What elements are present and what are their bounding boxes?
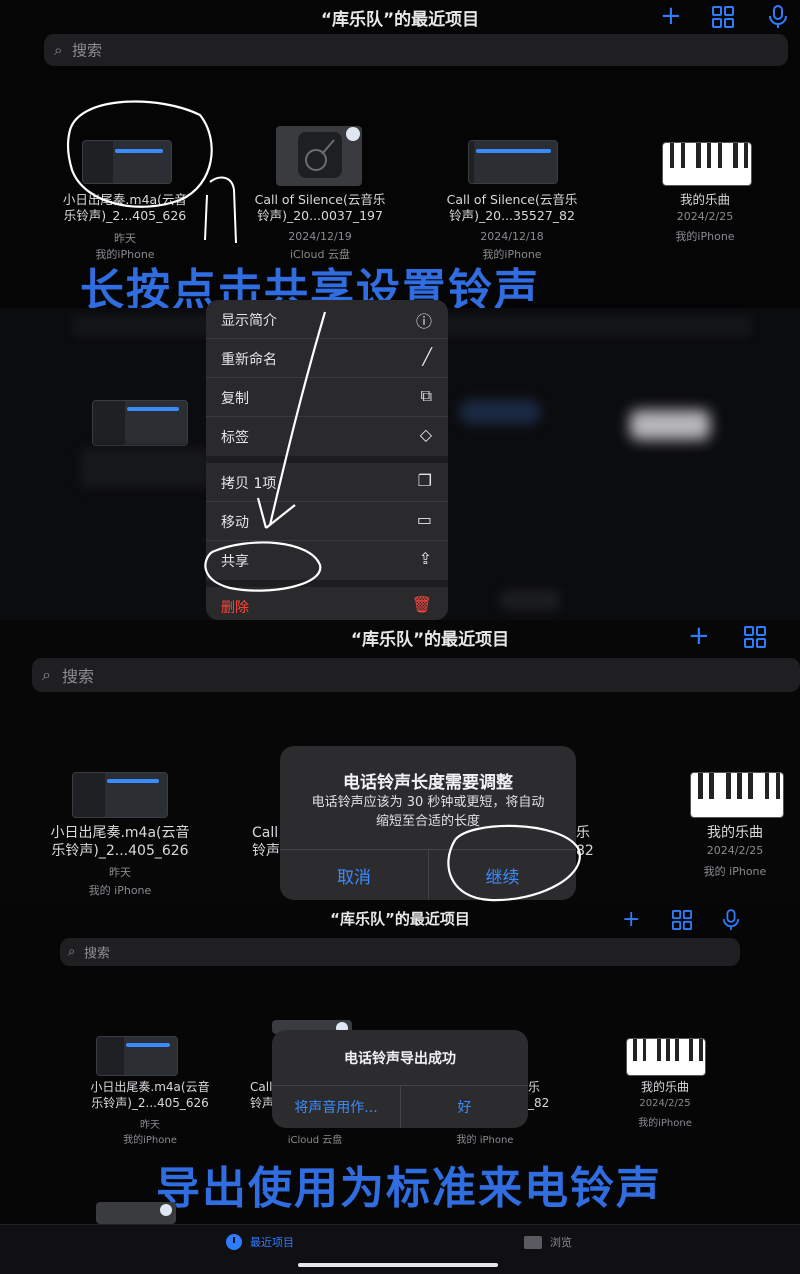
menu-item-delete[interactable]: 删除 🗑	[206, 587, 448, 620]
tab-recent-projects[interactable]: 最近项目	[226, 1231, 294, 1253]
use-sound-as-button[interactable]: 将声音用作...	[272, 1086, 400, 1128]
folder-icon: ▭	[416, 510, 432, 529]
search-icon: ⌕	[42, 665, 51, 684]
folder-icon	[524, 1235, 542, 1249]
ok-button[interactable]: 好	[401, 1086, 528, 1128]
screen-recent-projects-1: “库乐队”的最近项目 + ⌕ 搜索 小日出尾奏.m4a(云音 乐铃声)_2...4…	[0, 0, 800, 620]
file-location: 我的iPhone	[123, 1135, 177, 1146]
page-title: “库乐队”的最近项目	[350, 630, 510, 650]
ringtone-export-success-alert: 电话铃声导出成功 将声音用作... 好	[272, 1030, 528, 1128]
page-title: “库乐队”的最近项目	[330, 910, 470, 928]
file-location: 我的 iPhone	[456, 1135, 514, 1146]
context-menu: 显示简介 ⓘ 重新命名 ╱ 复制 ⧉ 标签 ◇ 拷贝 1项 ❐ 移动 ▭ 共享 ⇪ 删除 🗑	[206, 300, 448, 620]
annotation-scribble: fn	[220, 185, 221, 186]
file-name: 我的乐曲	[640, 1080, 689, 1094]
tag-icon: ◇	[419, 425, 432, 444]
search-placeholder: 搜索	[62, 667, 95, 686]
file-date: 2024/2/25	[639, 1098, 691, 1109]
tab-label: 最近项目	[250, 1236, 294, 1249]
file-thumbnail	[96, 1202, 176, 1224]
tab-browse[interactable]: 浏览	[524, 1231, 572, 1253]
search-input[interactable]: ⌕ 搜索	[60, 938, 740, 966]
annotation-export-standard-ringtone: 导出使用为标准来电铃声	[156, 1163, 662, 1214]
screen-recent-projects-3: “库乐队”的最近项目 + ⌕ 搜索 小日出尾奏.m4a(云音 乐铃声)_2...4…	[0, 902, 800, 1274]
menu-item-copy[interactable]: 拷贝 1项 ❐	[206, 463, 448, 502]
screen-recent-projects-2: “库乐队”的最近项目 + ⌕ 搜索 小日出尾奏.m4a(云音 乐铃声)_2...4…	[0, 620, 800, 902]
continue-button[interactable]: 继续	[429, 850, 576, 900]
tab-label: 浏览	[550, 1236, 572, 1249]
menu-item-share[interactable]: 共享 ⇪	[206, 541, 448, 579]
grid-view-icon[interactable]	[744, 626, 766, 652]
file-thumbnail[interactable]	[626, 1038, 706, 1076]
grid-view-icon[interactable]	[672, 910, 692, 934]
pencil-icon: ╱	[422, 347, 432, 366]
file-date: 昨天	[109, 866, 131, 879]
file-thumbnail[interactable]	[72, 772, 168, 818]
alert-title: 电话铃声导出成功	[344, 1051, 456, 1067]
file-location: iCloud 云盘	[287, 1135, 343, 1146]
menu-item-duplicate[interactable]: 复制 ⧉	[206, 378, 448, 417]
file-date: 2024/2/25	[706, 844, 764, 857]
file-location: 我的iPhone	[638, 1118, 692, 1129]
tab-bar: 最近项目 浏览	[0, 1224, 800, 1274]
file-thumbnail-selected	[92, 400, 188, 446]
file-name-partial: 乐 82	[576, 825, 594, 860]
file-date: 昨天	[140, 1120, 160, 1131]
file-name-partial: Call 铃声	[252, 825, 280, 860]
menu-item-rename[interactable]: 重新命名 ╱	[206, 339, 448, 378]
home-indicator	[298, 1263, 498, 1267]
file-name: 小日出尾奏.m4a(云音 乐铃声)_2...405_626	[90, 1080, 210, 1110]
file-location: 我的 iPhone	[88, 884, 152, 897]
search-placeholder: 搜索	[84, 946, 111, 962]
info-circle-icon: ⓘ	[415, 312, 432, 331]
trash-icon: 🗑	[411, 595, 432, 614]
menu-item-show-info[interactable]: 显示简介 ⓘ	[206, 300, 448, 339]
menu-item-move[interactable]: 移动 ▭	[206, 502, 448, 541]
alert-title: 电话铃声长度需要调整	[343, 773, 513, 793]
add-icon[interactable]: +	[622, 908, 640, 932]
ringtone-length-alert: 电话铃声长度需要调整 电话铃声应该为 30 秒钟或更短，将自动 缩短至合适的长度 …	[280, 746, 576, 900]
file-name: 小日出尾奏.m4a(云音 乐铃声)_2...405_626	[50, 825, 190, 860]
file-name: 我的乐曲	[707, 825, 763, 841]
file-location: 我的 iPhone	[703, 865, 767, 878]
alert-message: 电话铃声应该为 30 秒钟或更短，将自动 缩短至合适的长度	[311, 795, 545, 829]
duplicate-icon: ⧉	[420, 386, 432, 405]
clock-icon	[226, 1234, 242, 1250]
microphone-icon[interactable]	[722, 909, 740, 935]
file-thumbnail[interactable]	[96, 1036, 178, 1076]
file-name-partial: 乐 _82	[528, 1080, 550, 1110]
cancel-button[interactable]: 取消	[280, 850, 428, 900]
search-icon: ⌕	[68, 944, 76, 960]
search-input[interactable]: ⌕ 搜索	[32, 658, 800, 692]
add-icon[interactable]: +	[688, 623, 710, 649]
menu-item-tags[interactable]: 标签 ◇	[206, 417, 448, 455]
copy-icon: ❐	[417, 471, 432, 490]
share-icon: ⇪	[418, 549, 432, 568]
file-thumbnail[interactable]	[690, 772, 784, 818]
